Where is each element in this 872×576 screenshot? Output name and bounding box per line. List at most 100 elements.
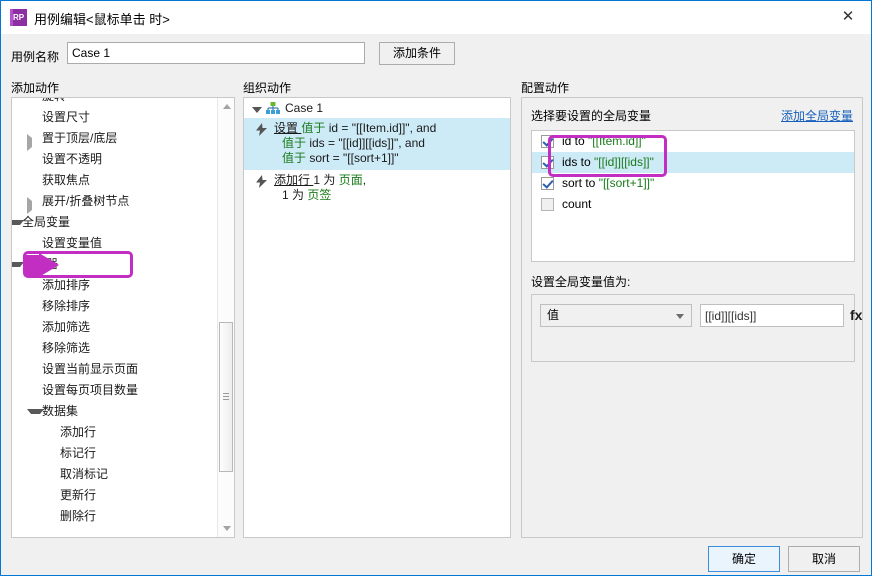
- configure-action-header: 配置动作: [521, 81, 570, 95]
- action-line: 设置 值于 id = "[[Item.id]]", and: [274, 121, 506, 136]
- action-row-1[interactable]: 添加行 1 为 页面, 1 为 页签: [244, 170, 510, 207]
- close-icon[interactable]: ✕: [825, 1, 871, 33]
- variable-name: id: [562, 134, 572, 148]
- tree-item-5[interactable]: 展开/折叠树节点: [12, 191, 216, 214]
- cancel-button[interactable]: 取消: [788, 546, 860, 572]
- set-value-label: 设置全局变量值为:: [531, 275, 631, 289]
- value-input[interactable]: [700, 304, 844, 327]
- tree-item-15[interactable]: 数据集: [12, 401, 216, 422]
- tree-item-10[interactable]: 移除排序: [12, 296, 216, 317]
- sitemap-icon: [266, 102, 280, 114]
- action-list[interactable]: Case 1 设置 值于 id = "[[Item.id]]", and 值于 id…: [244, 98, 510, 207]
- tree-item-label: 移除筛选: [42, 341, 91, 355]
- variable-name: ids: [562, 155, 578, 169]
- checkbox-id[interactable]: [541, 135, 554, 148]
- tree-item-2[interactable]: 置于顶层/底层: [12, 128, 216, 151]
- tree-item-9[interactable]: 添加排序: [12, 275, 216, 296]
- case-name-label: 用例名称: [11, 50, 60, 64]
- tree-item-11[interactable]: 添加筛选: [12, 317, 216, 338]
- value-mode-select[interactable]: 值: [540, 304, 692, 327]
- tree-item-14[interactable]: 设置每页项目数量: [12, 380, 216, 401]
- value-mode-select-label: 值: [547, 308, 560, 322]
- tree-item-16[interactable]: 添加行: [12, 422, 216, 443]
- variable-connector: to: [571, 134, 589, 148]
- global-variable-list[interactable]: id to "[[Item.id]]" ids to "[[id]][[ids]]…: [531, 130, 855, 262]
- tree-item-3[interactable]: 设置不透明: [12, 149, 216, 170]
- action-row-0[interactable]: 设置 值于 id = "[[Item.id]]", and 值于 ids = "[…: [244, 118, 510, 170]
- action-verb: 添加行: [274, 173, 314, 187]
- variable-name: count: [562, 197, 592, 211]
- variable-row-2[interactable]: sort to "[[sort+1]]": [532, 173, 854, 194]
- variable-value: "[[Item.id]]": [588, 134, 646, 148]
- tree-item-label: 标记行: [60, 446, 97, 460]
- action-verb: 设置: [274, 121, 302, 135]
- variable-row-3[interactable]: count: [532, 194, 854, 215]
- action-line: 值于 ids = "[[id]][[ids]]", and: [274, 136, 506, 151]
- check-icon: [542, 177, 554, 189]
- checkbox-count[interactable]: [541, 198, 554, 211]
- action-segment: 值于: [282, 136, 310, 150]
- variable-row-label: count: [562, 194, 591, 215]
- chevron-down-icon[interactable]: [12, 220, 24, 234]
- action-tree-panel: 旋转设置尺寸置于顶层/底层设置不透明获取焦点展开/折叠树节点全局变量设置变量值中…: [11, 97, 235, 538]
- case-name-input[interactable]: [67, 42, 365, 64]
- action-segment: , and: [409, 121, 437, 135]
- scrollbar-thumb[interactable]: [219, 322, 233, 472]
- add-global-variable-link[interactable]: 添加全局变量: [781, 107, 853, 124]
- case-row[interactable]: Case 1: [244, 98, 510, 118]
- tree-item-12[interactable]: 移除筛选: [12, 338, 216, 359]
- tree-item-label: 设置变量值: [42, 236, 103, 250]
- tree-item-17[interactable]: 标记行: [12, 443, 216, 464]
- action-segment: 页签: [307, 188, 332, 202]
- tree-item-label: 全局变量: [22, 215, 71, 229]
- app-icon: RP: [10, 9, 27, 26]
- tree-item-label: 设置不透明: [42, 152, 103, 166]
- action-tree[interactable]: 旋转设置尺寸置于顶层/底层设置不透明获取焦点展开/折叠树节点全局变量设置变量值中…: [12, 98, 216, 527]
- variable-connector: to: [577, 155, 595, 169]
- tree-item-label: 旋转: [42, 98, 66, 103]
- variable-list-title: 选择要设置的全局变量: [531, 109, 652, 123]
- action-segment: 1 为: [282, 188, 308, 202]
- variable-name: sort: [562, 176, 583, 190]
- action-line: 值于 sort = "[[sort+1]]": [274, 151, 506, 166]
- tree-item-4[interactable]: 获取焦点: [12, 170, 216, 191]
- scroll-down-icon[interactable]: [218, 520, 234, 537]
- ok-button[interactable]: 确定: [708, 546, 780, 572]
- tree-item-19[interactable]: 更新行: [12, 485, 216, 506]
- chevron-down-icon[interactable]: [252, 106, 262, 113]
- add-condition-button[interactable]: 添加条件: [379, 42, 455, 65]
- tree-item-label: 移除排序: [42, 299, 91, 313]
- scroll-up-icon[interactable]: [218, 98, 234, 115]
- variable-connector: to: [582, 176, 599, 190]
- action-line: 添加行 1 为 页面,: [274, 173, 506, 188]
- tree-item-label: 添加筛选: [42, 320, 91, 334]
- tree-item-18[interactable]: 取消标记: [12, 464, 216, 485]
- tree-item-label: 设置每页项目数量: [42, 383, 139, 397]
- variable-row-label: ids to "[[id]][[ids]]": [562, 152, 654, 173]
- tree-item-13[interactable]: 设置当前显示页面: [12, 359, 216, 380]
- variable-row-0[interactable]: id to "[[Item.id]]": [532, 131, 854, 152]
- variable-value: "[[sort+1]]": [598, 176, 655, 190]
- action-segment: id = "[[Item.id]]": [328, 121, 410, 135]
- variable-row-1[interactable]: ids to "[[id]][[ids]]": [532, 152, 854, 173]
- checkbox-sort[interactable]: [541, 177, 554, 190]
- tree-item-6[interactable]: 全局变量: [12, 212, 216, 233]
- action-segment: 值于: [282, 151, 310, 165]
- action-segment: ids = "[[id]][[ids]]": [309, 136, 399, 150]
- tree-item-label: 添加行: [60, 425, 97, 439]
- chevron-down-icon[interactable]: [27, 409, 44, 423]
- tree-item-0[interactable]: 旋转: [12, 98, 216, 107]
- action-tree-scrollbar[interactable]: [217, 98, 234, 537]
- checkbox-ids[interactable]: [541, 156, 554, 169]
- fx-button[interactable]: fx: [850, 307, 862, 323]
- tree-item-7[interactable]: 设置变量值: [12, 233, 216, 254]
- tree-item-20[interactable]: 删除行: [12, 506, 216, 527]
- configure-action-panel: 选择要设置的全局变量 添加全局变量 id to "[[Item.id]]" ids…: [521, 97, 863, 538]
- tree-item-label: 更新行: [60, 488, 97, 502]
- chevron-down-icon[interactable]: [12, 262, 24, 276]
- tree-item-1[interactable]: 设置尺寸: [12, 107, 216, 128]
- add-action-header: 添加动作: [11, 81, 60, 95]
- tree-item-8[interactable]: 中继器: [12, 254, 216, 275]
- variable-value: "[[id]][[ids]]": [594, 155, 654, 169]
- tree-item-label: 获取焦点: [42, 173, 91, 187]
